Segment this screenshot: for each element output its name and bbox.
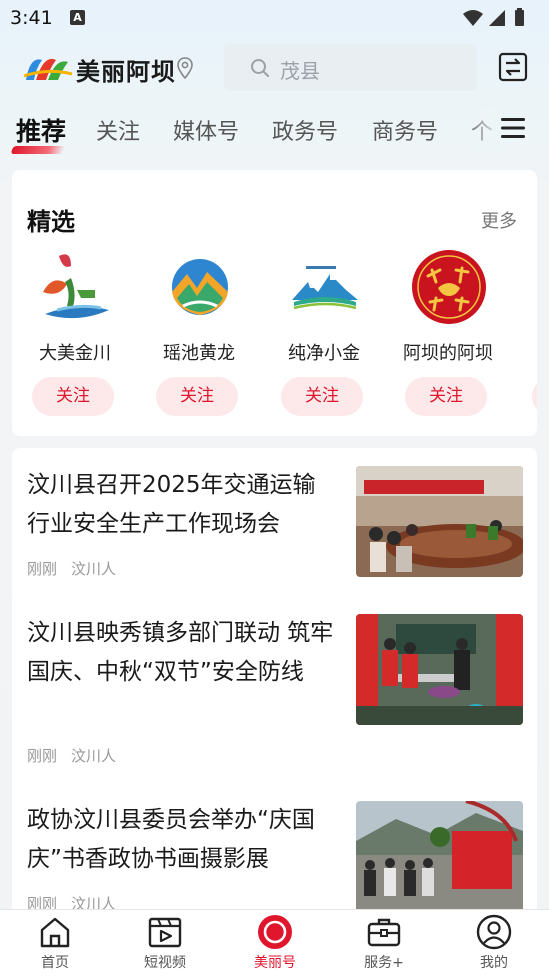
news-source: 汶川人 — [71, 560, 117, 578]
featured-item-name: 大美金川 — [39, 343, 111, 364]
featured-item[interactable]: 大美金川 关注 — [20, 248, 130, 418]
user-icon — [476, 914, 512, 954]
featured-item-name: 纯净小金 — [288, 343, 360, 364]
hamburger-menu-icon[interactable] — [500, 116, 526, 144]
news-feed: 汶川县召开2025年交通运输行业安全生产工作现场会 刚刚 汶川人 汶川县映秀镇多部… — [12, 448, 537, 918]
news-meta: 刚刚 汶川人 — [27, 558, 130, 579]
xiaojin-logo-icon — [286, 248, 364, 326]
nav-label: 美丽号 — [254, 955, 296, 971]
news-title: 汶川县召开2025年交通运输行业安全生产工作现场会 — [27, 472, 316, 537]
nav-home[interactable]: 首页 — [0, 910, 110, 977]
featured-title: 精选 — [27, 208, 75, 236]
tab-government[interactable]: 政务号 — [272, 114, 338, 146]
featured-item[interactable]: 瑶池黄龙 关注 — [144, 248, 254, 418]
news-time: 刚刚 — [27, 747, 58, 765]
nav-short-video[interactable]: 短视频 — [110, 910, 220, 977]
follow-button[interactable]: 关注 — [32, 377, 114, 416]
nav-label: 服务+ — [364, 955, 404, 971]
location-pin-icon[interactable] — [176, 56, 194, 84]
news-thumbnail — [356, 801, 523, 912]
category-tabs: 推荐 关注 媒体号 政务号 商务号 个 — [0, 108, 549, 158]
featured-item-partial — [532, 377, 537, 416]
nav-label: 首页 — [41, 955, 69, 971]
bottom-nav: 首页 短视频 美丽号 服务+ 我的 — [0, 909, 549, 977]
featured-item-name: 瑶池黄龙 — [163, 343, 235, 364]
featured-item-name: 阿坝的阿坝 — [403, 343, 493, 364]
featured-card: 精选 更多 大美金川 关注 瑶池黄龙 关注 纯净小金 关注 阿坝的阿坝 关注 — [12, 170, 537, 436]
nav-label: 我的 — [480, 955, 508, 971]
notification-icon: A — [70, 10, 85, 25]
news-source: 汶川人 — [71, 747, 117, 765]
meili-icon — [257, 914, 293, 954]
jinchuan-logo-icon — [37, 248, 115, 326]
news-item[interactable]: 政协汶川县委员会举办“庆国庆”书香政协书画摄影展 刚刚 汶川人 — [12, 801, 537, 918]
briefcase-icon — [366, 914, 402, 954]
news-title: 政协汶川县委员会举办“庆国庆”书香政协书画摄影展 — [27, 807, 315, 872]
tabs-fade — [462, 108, 500, 156]
news-item[interactable]: 汶川县召开2025年交通运输行业安全生产工作现场会 刚刚 汶川人 — [12, 466, 537, 606]
app-name: 美丽阿坝 — [76, 58, 176, 86]
huanglong-logo-icon — [161, 248, 239, 326]
follow-button[interactable]: 关注 — [281, 377, 363, 416]
nav-label: 短视频 — [144, 955, 186, 971]
tab-business[interactable]: 商务号 — [372, 114, 438, 146]
news-title: 汶川县映秀镇多部门联动 筑牢国庆、中秋“双节”安全防线 — [27, 620, 334, 685]
news-thumbnail — [356, 614, 523, 725]
tab-follow[interactable]: 关注 — [96, 114, 140, 146]
aba-de-aba-logo-icon — [410, 248, 488, 326]
status-bar: 3:41 A — [0, 0, 549, 36]
featured-item[interactable]: 纯净小金 关注 — [269, 248, 379, 418]
app-logo-icon — [22, 50, 74, 88]
status-icons — [461, 8, 537, 32]
news-time: 刚刚 — [27, 560, 58, 578]
switch-menu-icon[interactable] — [498, 52, 528, 86]
featured-more-link[interactable]: 更多 — [481, 207, 517, 233]
home-icon — [37, 914, 73, 954]
video-icon — [147, 914, 183, 954]
tab-media[interactable]: 媒体号 — [173, 114, 239, 146]
news-meta: 刚刚 汶川人 — [27, 745, 130, 766]
nav-meili[interactable]: 美丽号 — [220, 910, 330, 977]
tab-recommend[interactable]: 推荐 — [16, 112, 66, 148]
nav-mine[interactable]: 我的 — [439, 910, 549, 977]
battery-icon — [515, 8, 524, 26]
follow-button[interactable]: 关注 — [405, 377, 487, 416]
featured-item[interactable]: 阿坝的阿坝 关注 — [393, 248, 503, 418]
news-thumbnail — [356, 466, 523, 577]
follow-button[interactable]: 关注 — [156, 377, 238, 416]
status-time: 3:41 — [10, 7, 53, 29]
wifi-icon — [463, 10, 483, 26]
nav-service[interactable]: 服务+ — [329, 910, 439, 977]
search-placeholder: 茂县 — [280, 59, 320, 83]
signal-icon — [489, 10, 505, 26]
header: 美丽阿坝 茂县 — [0, 38, 549, 98]
news-item[interactable]: 汶川县映秀镇多部门联动 筑牢国庆、中秋“双节”安全防线 刚刚 汶川人 — [12, 614, 537, 804]
search-box[interactable]: 茂县 — [224, 44, 477, 91]
search-icon — [250, 58, 270, 82]
